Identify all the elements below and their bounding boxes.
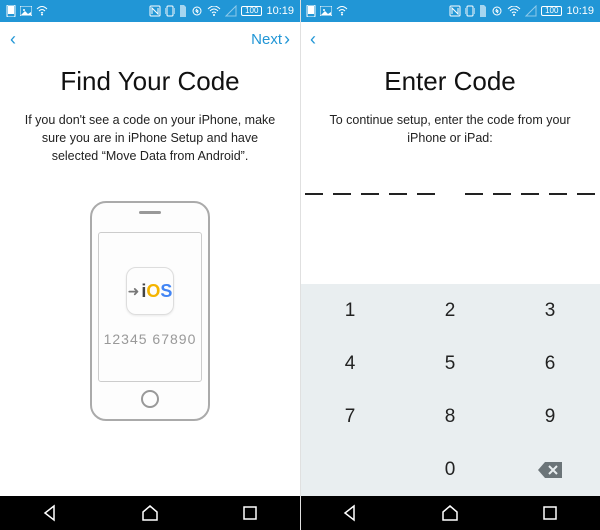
page-title: Find Your Code (60, 66, 239, 97)
battery-indicator: 100 (241, 6, 262, 16)
chevron-right-icon: › (284, 29, 290, 50)
android-nav-bar (300, 496, 600, 530)
nav-recent-icon[interactable] (541, 504, 559, 522)
key-9[interactable]: 9 (500, 390, 600, 443)
move-to-ios-icon: ➜ iOS (126, 267, 174, 315)
battery-indicator: 100 (541, 6, 562, 16)
vibrate-icon (465, 5, 475, 17)
cell-signal-icon (225, 5, 237, 17)
key-3[interactable]: 3 (500, 284, 600, 337)
nav-home-icon[interactable] (141, 504, 159, 522)
home-button-illustration (141, 390, 159, 408)
nav-back-icon[interactable] (41, 504, 59, 522)
back-button[interactable]: ‹ (310, 29, 316, 50)
picture-icon (320, 6, 332, 16)
key-1[interactable]: 1 (300, 284, 400, 337)
nfc-icon (149, 5, 161, 17)
key-2[interactable]: 2 (400, 284, 500, 337)
key-0[interactable]: 0 (400, 443, 500, 496)
back-button[interactable]: ‹ (10, 29, 16, 50)
numeric-keypad: 1 2 3 4 5 6 7 8 9 0 (300, 284, 600, 496)
backspace-icon (537, 461, 563, 479)
sim-icon (179, 5, 187, 17)
phone-icon (6, 5, 16, 17)
arrow-right-icon: ➜ (128, 283, 140, 300)
top-nav: ‹ (300, 22, 600, 56)
key-empty (300, 443, 400, 496)
key-4[interactable]: 4 (300, 337, 400, 390)
picture-icon (20, 6, 32, 16)
screen-find-code: 100 10:19 ‹ Next› Find Your Code If you … (0, 0, 300, 530)
sim-icon (479, 5, 487, 17)
code-input[interactable] (305, 183, 595, 195)
wifi-signal-icon (507, 6, 521, 16)
wifi-icon (36, 6, 48, 16)
iphone-illustration: ➜ iOS 12345 67890 (90, 201, 210, 421)
key-5[interactable]: 5 (400, 337, 500, 390)
nav-recent-icon[interactable] (241, 504, 259, 522)
key-8[interactable]: 8 (400, 390, 500, 443)
cell-signal-icon (525, 5, 537, 17)
status-bar: 100 10:19 (0, 0, 300, 22)
nav-back-icon[interactable] (341, 504, 359, 522)
key-7[interactable]: 7 (300, 390, 400, 443)
stamina-icon (191, 6, 203, 16)
vibrate-icon (165, 5, 175, 17)
clock: 10:19 (566, 5, 594, 17)
nav-home-icon[interactable] (441, 504, 459, 522)
phone-icon (306, 5, 316, 17)
nfc-icon (449, 5, 461, 17)
screen-enter-code: 100 10:19 ‹ Enter Code To continue setup… (300, 0, 600, 530)
android-nav-bar (0, 496, 300, 530)
key-6[interactable]: 6 (500, 337, 600, 390)
page-title: Enter Code (384, 66, 516, 97)
wifi-icon (336, 6, 348, 16)
next-button[interactable]: Next› (251, 29, 290, 50)
sample-code: 12345 67890 (104, 331, 197, 347)
wifi-signal-icon (207, 6, 221, 16)
clock: 10:19 (266, 5, 294, 17)
key-backspace[interactable] (500, 443, 600, 496)
page-description: If you don't see a code on your iPhone, … (18, 111, 282, 165)
top-nav: ‹ Next› (0, 22, 300, 56)
status-bar: 100 10:19 (300, 0, 600, 22)
page-description: To continue setup, enter the code from y… (318, 111, 582, 147)
stamina-icon (491, 6, 503, 16)
next-label: Next (251, 31, 282, 48)
